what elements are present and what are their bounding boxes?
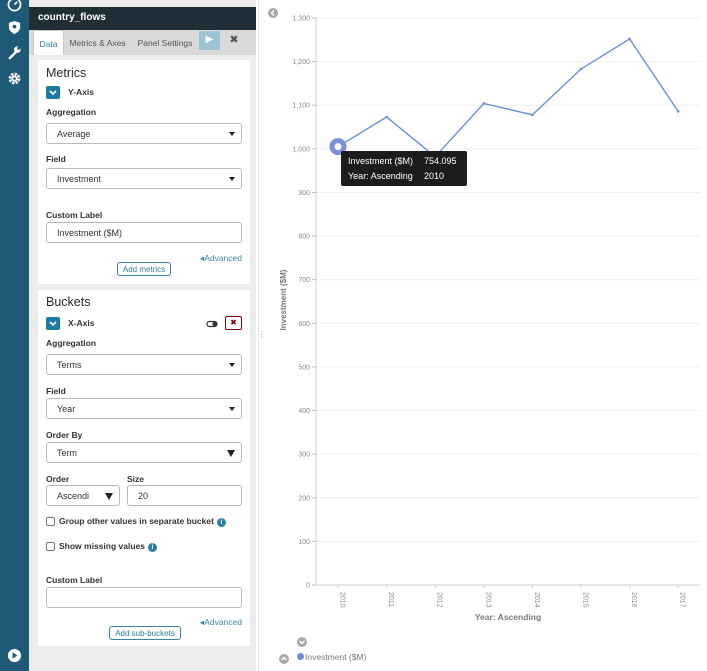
y-tick-label: 1,000 <box>292 146 310 153</box>
tooltip-series-label: Investment ($M) <box>348 156 414 166</box>
data-point[interactable] <box>482 102 486 105</box>
x-tick-label: 2011 <box>387 592 394 607</box>
y-axis-title: Investment ($M) <box>279 269 288 330</box>
visualize-app: country_flows Data Metrics & Axes Panel … <box>0 0 707 671</box>
data-point[interactable] <box>579 67 583 71</box>
y-tick-label: 400 <box>298 408 310 415</box>
x-axis-title: Year: Ascending <box>475 612 541 622</box>
y-tick-label: 600 <box>298 321 310 328</box>
line-chart: 0 100 200 300 400 500 600 700 800 900 1,000 1,100 1,… <box>279 16 700 622</box>
data-point[interactable] <box>385 115 388 119</box>
chart-tooltip: Investment ($M) 754.095 Year: Ascending … <box>341 151 467 186</box>
x-tick-label: 2012 <box>436 592 443 608</box>
y-axis-ticks: 0 100 200 300 400 500 600 700 800 900 1,000 1,100 1,… <box>292 16 316 590</box>
x-tick-label: 2016 <box>630 592 637 608</box>
tooltip-series-value: 754.095 <box>424 156 457 166</box>
y-tick-label: 1,200 <box>292 59 310 66</box>
tooltip-x-label: Year: Ascending <box>348 171 413 181</box>
y-tick-label: 1,100 <box>292 103 310 110</box>
x-tick-label: 2010 <box>339 592 346 608</box>
chevron-down-icon <box>299 640 305 645</box>
x-axis-ticks: 2010 2011 2012 2013 2014 2015 2016 2017 <box>337 585 686 608</box>
y-tick-label: 500 <box>298 364 310 371</box>
y-tick-label: 100 <box>298 539 310 546</box>
y-tick-label: 0 <box>306 583 310 590</box>
series-line-path <box>337 37 679 158</box>
data-point[interactable] <box>676 110 680 113</box>
y-tick-label: 1,300 <box>292 16 310 23</box>
y-tick-label: 300 <box>298 452 310 459</box>
chart-grid <box>315 17 700 586</box>
chevron-up-icon <box>281 656 287 661</box>
y-tick-label: 200 <box>298 495 310 502</box>
scroll-up-button[interactable] <box>279 654 289 664</box>
legend-toggle-button[interactable] <box>297 637 307 647</box>
y-tick-label: 700 <box>298 277 310 284</box>
legend-series-label[interactable]: Investment ($M) <box>305 652 366 662</box>
y-tick-label: 900 <box>298 190 310 197</box>
data-point[interactable] <box>531 113 534 117</box>
data-point[interactable] <box>628 37 631 41</box>
series-points[interactable] <box>329 37 680 158</box>
data-point-highlight-center <box>334 143 342 151</box>
x-tick-label: 2017 <box>679 592 686 608</box>
legend-color-dot <box>297 653 304 660</box>
x-tick-label: 2013 <box>484 592 491 608</box>
tooltip-x-value: 2010 <box>424 171 445 181</box>
y-tick-label: 800 <box>298 234 310 241</box>
x-tick-label: 2014 <box>533 592 540 608</box>
series-line <box>337 37 679 158</box>
x-tick-label: 2015 <box>582 592 589 608</box>
